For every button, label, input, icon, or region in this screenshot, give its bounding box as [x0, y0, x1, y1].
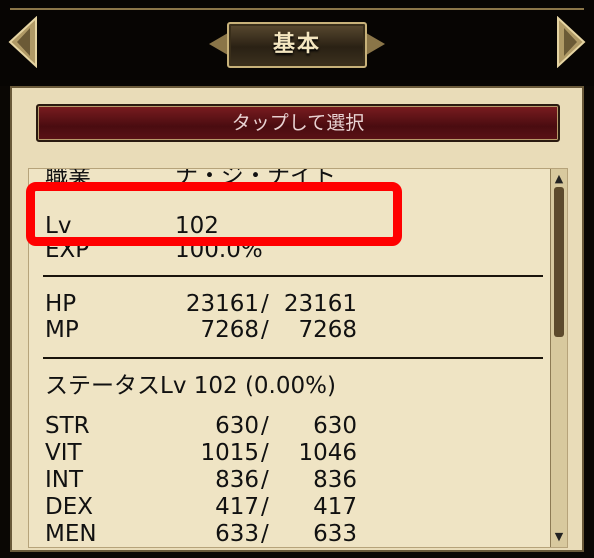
- stat-max: 1046: [298, 440, 357, 466]
- stat-max: 417: [313, 494, 357, 520]
- scroll-up-icon[interactable]: ▲: [551, 171, 567, 187]
- stat-current: 630: [215, 413, 259, 439]
- job-value: ナ・ジ・ナイト: [175, 168, 336, 189]
- stat-label: INT: [45, 467, 84, 493]
- mp-max: 7268: [298, 317, 357, 343]
- previous-page-arrow-icon[interactable]: [8, 16, 38, 68]
- hp-slash: /: [261, 291, 269, 317]
- stat-slash: /: [261, 521, 269, 547]
- frame-border: [10, 8, 584, 10]
- job-label: 職業: [45, 168, 91, 189]
- mp-current: 7268: [200, 317, 259, 343]
- scrollbar[interactable]: ▲ ▼: [550, 169, 567, 547]
- level-value: 102: [175, 213, 219, 239]
- stat-label: STR: [45, 413, 90, 439]
- status-level-heading: ステータスLv 102 (0.00%): [45, 373, 336, 399]
- stat-current: 836: [215, 467, 259, 493]
- scroll-thumb[interactable]: [554, 187, 564, 337]
- hp-label: HP: [45, 291, 77, 317]
- character-status-screen: 基本 タップして選択 職業 ナ・ジ・ナイト Lv 102 EXP 100.0%: [0, 0, 594, 558]
- stat-label: DEX: [45, 494, 93, 520]
- stat-current: 417: [215, 494, 259, 520]
- stat-max: 633: [313, 521, 357, 547]
- hp-max: 23161: [283, 291, 357, 317]
- stat-slash: /: [261, 494, 269, 520]
- exp-value: 100.0%: [175, 237, 263, 263]
- level-label: Lv: [45, 213, 72, 239]
- stat-max: 630: [313, 413, 357, 439]
- divider: [43, 275, 543, 277]
- divider: [43, 357, 543, 359]
- title-plate: 基本: [209, 12, 385, 76]
- mp-slash: /: [261, 317, 269, 343]
- stat-label: VIT: [45, 440, 82, 466]
- page-title: 基本: [272, 32, 321, 57]
- exp-label: EXP: [45, 237, 90, 263]
- stat-max: 836: [313, 467, 357, 493]
- scroll-down-icon[interactable]: ▼: [551, 529, 567, 545]
- stat-current: 1015: [200, 440, 259, 466]
- next-page-arrow-icon[interactable]: [556, 16, 586, 68]
- select-character-button[interactable]: タップして選択: [36, 104, 560, 142]
- stat-slash: /: [261, 467, 269, 493]
- stat-slash: /: [261, 413, 269, 439]
- status-panel: タップして選択 職業 ナ・ジ・ナイト Lv 102 EXP 100.0% HP: [10, 86, 584, 552]
- stat-slash: /: [261, 440, 269, 466]
- stat-label: MEN: [45, 521, 97, 547]
- stats-list[interactable]: 職業 ナ・ジ・ナイト Lv 102 EXP 100.0% HP 23161 / …: [28, 168, 568, 548]
- mp-label: MP: [45, 317, 79, 343]
- hp-current: 23161: [185, 291, 259, 317]
- stat-current: 633: [215, 521, 259, 547]
